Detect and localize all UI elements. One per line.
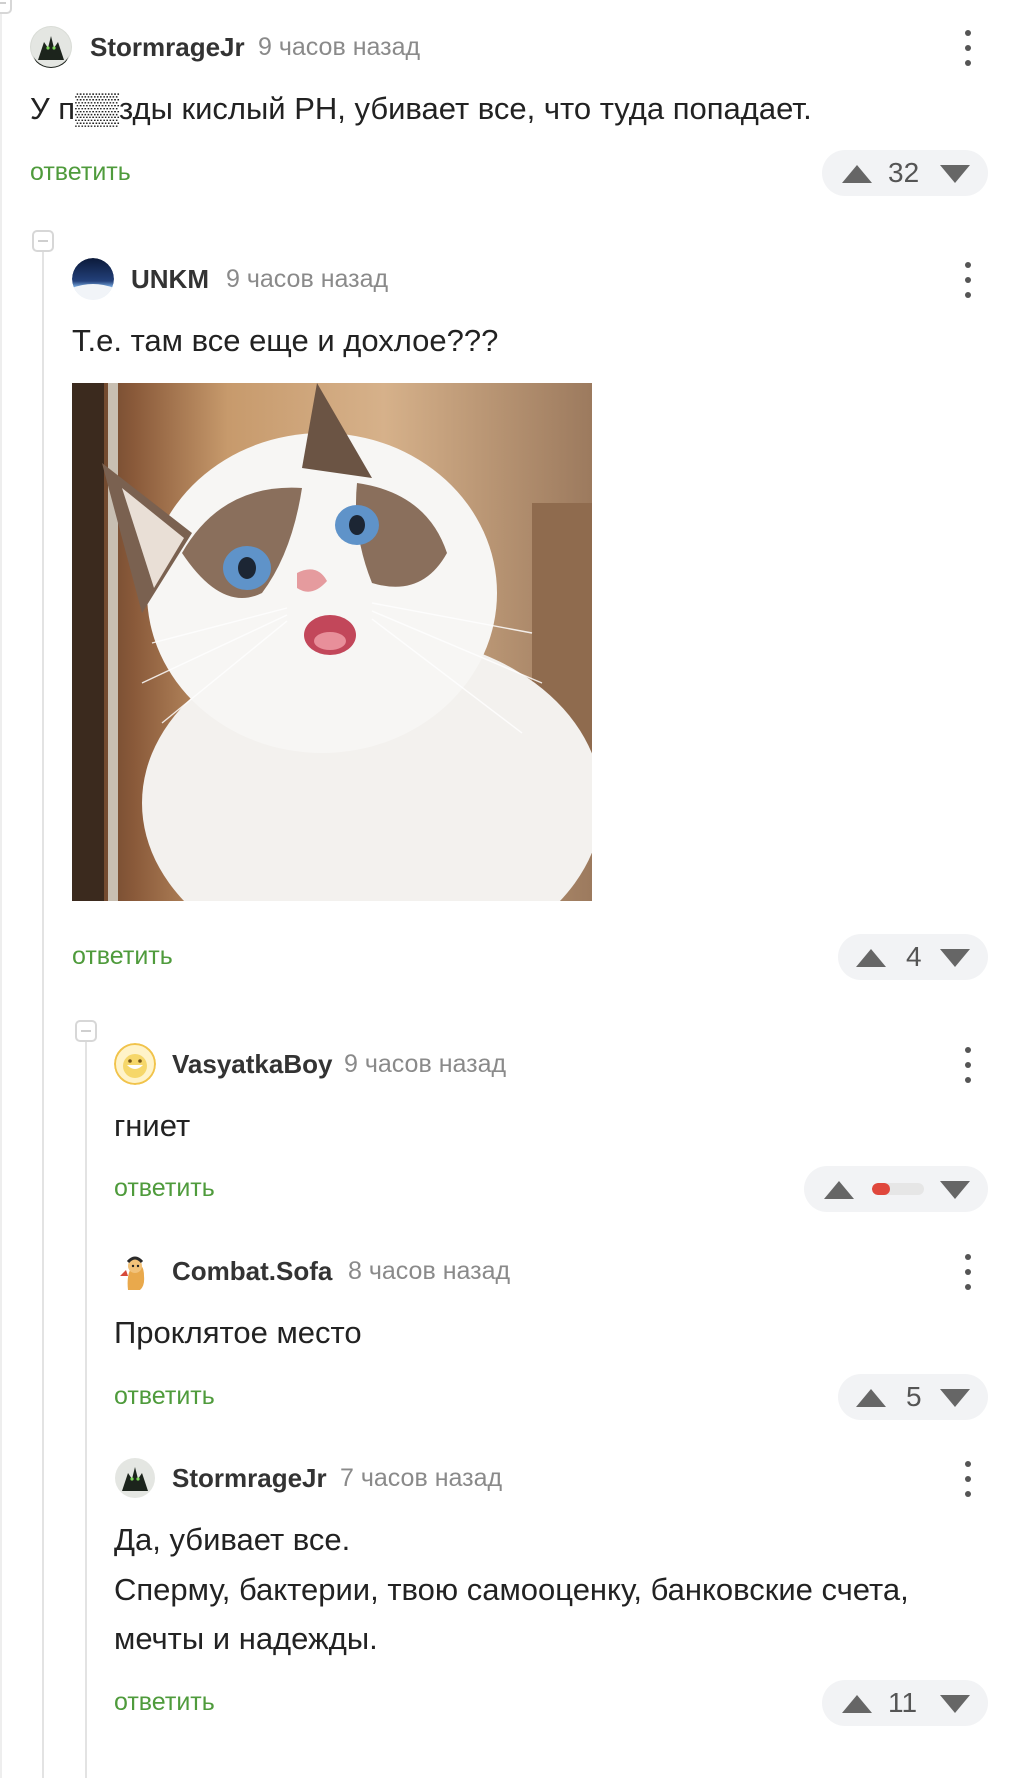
dark-creature-icon (115, 1458, 155, 1498)
comment-text: Т.е. там все еще и дохлое??? (72, 323, 499, 358)
comment-text-line: Да, убивает все. (114, 1522, 351, 1557)
more-options-icon[interactable] (962, 1252, 974, 1292)
yellow-smiley-icon (114, 1043, 156, 1085)
collapse-toggle-level-2[interactable] (75, 1020, 97, 1042)
upvote-icon[interactable] (842, 1695, 872, 1713)
username[interactable]: VasyatkaBoy (172, 1049, 332, 1080)
timestamp: 9 часов назад (226, 265, 389, 293)
avatar[interactable] (72, 258, 114, 300)
avatar[interactable] (114, 1250, 156, 1292)
reply-link[interactable]: ответить (72, 942, 173, 971)
timestamp: 9 часов назад (344, 1050, 507, 1078)
reply-link[interactable]: ответить (114, 1382, 215, 1411)
username[interactable]: StormrageJr (172, 1463, 327, 1494)
username[interactable]: Combat.Sofa (172, 1256, 332, 1287)
comment-text: У п▒▒зды кислый РН, убивает все, что туд… (30, 91, 812, 126)
timestamp: 8 часов назад (348, 1257, 511, 1285)
reply-link[interactable]: ответить (114, 1688, 215, 1717)
reply-link[interactable]: ответить (30, 158, 131, 187)
rating-widget: 11 (822, 1680, 988, 1726)
rating-widget (804, 1166, 988, 1212)
collapse-toggle-level-1[interactable] (32, 230, 54, 252)
rating-widget: 32 (822, 150, 988, 196)
upvote-icon[interactable] (856, 1389, 886, 1407)
username[interactable]: UNKM (131, 264, 209, 295)
downvote-icon[interactable] (940, 949, 970, 967)
more-options-icon[interactable] (962, 1045, 974, 1085)
thread-line-level-1 (42, 245, 44, 1778)
comment-text-line: Сперму, бактерии, твою самооценку, банко… (114, 1572, 909, 1607)
rating-count: 32 (888, 157, 920, 188)
thread-line-root (0, 0, 2, 1778)
timestamp: 9 часов назад (258, 33, 421, 61)
surprised-cat-image[interactable] (72, 383, 592, 901)
rating-widget: 5 (838, 1374, 988, 1420)
more-options-icon[interactable] (962, 1459, 974, 1499)
comment-text: Проклятое место (114, 1315, 362, 1350)
more-options-icon[interactable] (962, 28, 974, 68)
comment-text-line: мечты и надежды. (114, 1621, 378, 1656)
downvote-icon[interactable] (940, 1181, 970, 1199)
timestamp: 7 часов назад (340, 1464, 503, 1492)
rating-count: 4 (906, 941, 922, 972)
upvote-icon[interactable] (824, 1181, 854, 1199)
rating-count: 5 (906, 1381, 922, 1412)
downvote-icon[interactable] (940, 165, 970, 183)
reply-link[interactable]: ответить (114, 1174, 215, 1203)
downvote-icon[interactable] (940, 1389, 970, 1407)
downvote-icon[interactable] (940, 1695, 970, 1713)
upvote-icon[interactable] (842, 165, 872, 183)
rating-bar-negative-fill (872, 1183, 891, 1195)
cat-illustration (72, 383, 592, 901)
avatar[interactable] (114, 1457, 156, 1499)
dark-creature-icon (31, 27, 71, 67)
cartoon-character-icon (114, 1250, 156, 1292)
rating-count: 11 (888, 1687, 918, 1718)
earth-horizon-icon (72, 258, 114, 300)
avatar[interactable] (114, 1043, 156, 1085)
avatar[interactable] (30, 26, 72, 68)
more-options-icon[interactable] (962, 260, 974, 300)
collapse-toggle-root[interactable] (0, 0, 12, 14)
thread-line-level-2 (85, 1035, 87, 1778)
username[interactable]: StormrageJr (90, 32, 245, 63)
upvote-icon[interactable] (856, 949, 886, 967)
rating-widget: 4 (838, 934, 988, 980)
comment-text: гниет (114, 1108, 191, 1143)
rating-bar (872, 1183, 924, 1195)
